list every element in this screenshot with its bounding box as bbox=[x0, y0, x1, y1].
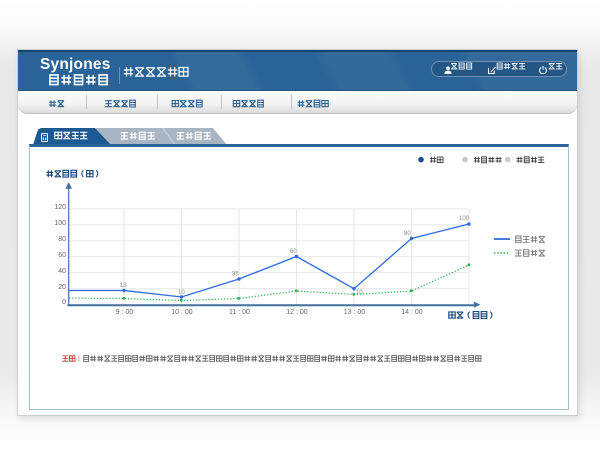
svg-text:100: 100 bbox=[459, 216, 470, 222]
svg-text:80: 80 bbox=[404, 231, 411, 237]
svg-text:20: 20 bbox=[58, 284, 66, 291]
svg-text:60: 60 bbox=[58, 252, 66, 259]
svg-text:35: 35 bbox=[232, 272, 239, 278]
svg-text:100: 100 bbox=[54, 220, 66, 227]
svg-text:10: 10 bbox=[356, 290, 363, 296]
svg-text:12 : 00: 12 : 00 bbox=[286, 309, 308, 316]
svg-text:14 : 00: 14 : 00 bbox=[401, 309, 423, 316]
svg-text:40: 40 bbox=[58, 268, 66, 275]
svg-text:0: 0 bbox=[62, 299, 66, 306]
svg-text:60: 60 bbox=[290, 249, 297, 255]
svg-text:120: 120 bbox=[54, 204, 66, 211]
svg-text:9 : 00: 9 : 00 bbox=[116, 309, 134, 316]
svg-text:18: 18 bbox=[120, 283, 127, 289]
svg-text:10: 10 bbox=[178, 290, 185, 296]
svg-text:11 : 00: 11 : 00 bbox=[229, 309, 250, 316]
svg-text:13 : 00: 13 : 00 bbox=[344, 309, 366, 316]
svg-text:10 : 00: 10 : 00 bbox=[171, 309, 193, 316]
svg-text:80: 80 bbox=[58, 236, 66, 243]
